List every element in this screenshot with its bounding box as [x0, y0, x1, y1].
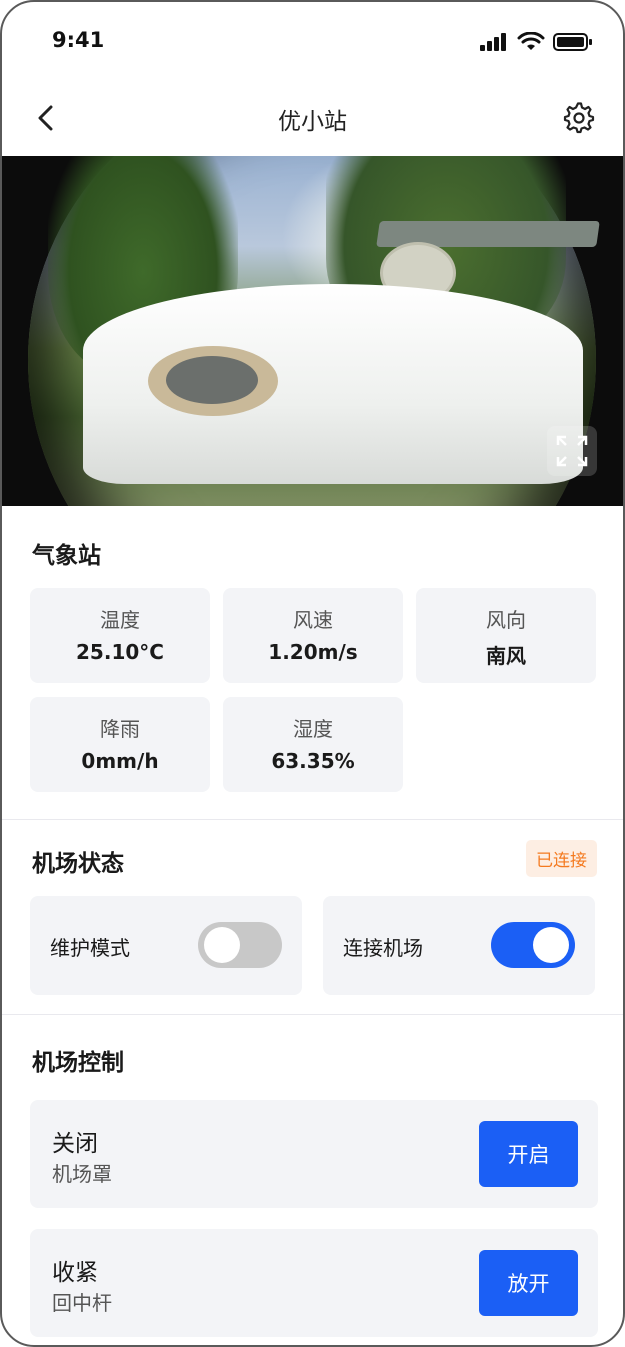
- weather-card-humidity: 湿度 63.35%: [223, 697, 403, 792]
- status-bar: 9:41: [2, 2, 623, 82]
- toggle-knob: [533, 927, 569, 963]
- weather-value: 1.20m/s: [268, 640, 358, 664]
- weather-label: 风向: [486, 608, 526, 632]
- maintenance-mode-toggle[interactable]: [198, 922, 282, 968]
- signal-icon: [480, 33, 506, 51]
- airport-control-title: 机场控制: [32, 1050, 124, 1076]
- camera-image: [28, 156, 600, 506]
- weather-card-wind-speed: 风速 1.20m/s: [223, 588, 403, 683]
- centering-rod-control: 收紧 回中杆 放开: [30, 1229, 598, 1337]
- nav-bar: 优小站: [2, 82, 623, 156]
- weather-section-title: 气象站: [32, 543, 101, 569]
- weather-value: 0mm/h: [81, 749, 159, 773]
- control-state: 收紧: [52, 1260, 98, 1286]
- control-name: 机场罩: [52, 1162, 112, 1186]
- weather-label: 风速: [293, 608, 333, 632]
- weather-card-temperature: 温度 25.10°C: [30, 588, 210, 683]
- connect-airport-card: 连接机场: [323, 896, 595, 995]
- weather-label: 湿度: [293, 717, 333, 741]
- status-icons: [479, 32, 593, 52]
- battery-icon: [553, 33, 592, 51]
- fullscreen-button[interactable]: [547, 426, 597, 476]
- toggle-label: 维护模式: [50, 936, 130, 960]
- weather-value: 南风: [486, 644, 526, 668]
- weather-card-wind-direction: 风向 南风: [416, 588, 596, 683]
- weather-label: 降雨: [100, 717, 140, 741]
- connect-airport-toggle[interactable]: [491, 922, 575, 968]
- camera-feed[interactable]: [2, 156, 623, 506]
- weather-value: 63.35%: [271, 749, 355, 773]
- settings-button[interactable]: [561, 100, 597, 136]
- status-time: 9:41: [52, 28, 105, 52]
- weather-value: 25.10°C: [76, 640, 164, 664]
- hangar-cover-control: 关闭 机场罩 开启: [30, 1100, 598, 1208]
- airport-status-title: 机场状态: [32, 851, 124, 877]
- control-name: 回中杆: [52, 1291, 112, 1315]
- toggle-knob: [204, 927, 240, 963]
- wifi-icon: [517, 32, 545, 50]
- gear-icon: [563, 102, 595, 134]
- status-badge: 已连接: [526, 840, 597, 877]
- divider: [2, 819, 623, 820]
- toggle-label: 连接机场: [343, 936, 423, 960]
- weather-card-rain: 降雨 0mm/h: [30, 697, 210, 792]
- expand-icon: [556, 435, 588, 467]
- weather-label: 温度: [100, 608, 140, 632]
- open-cover-button[interactable]: 开启: [479, 1121, 578, 1187]
- phone-frame: 9:41 优小站 气象站 温度 25.10°C 风速 1.20m/s 风向 南风…: [0, 0, 625, 1347]
- release-rod-button[interactable]: 放开: [479, 1250, 578, 1316]
- maintenance-mode-card: 维护模式: [30, 896, 302, 995]
- divider: [2, 1014, 623, 1015]
- control-state: 关闭: [52, 1131, 98, 1157]
- page-title: 优小站: [278, 109, 347, 135]
